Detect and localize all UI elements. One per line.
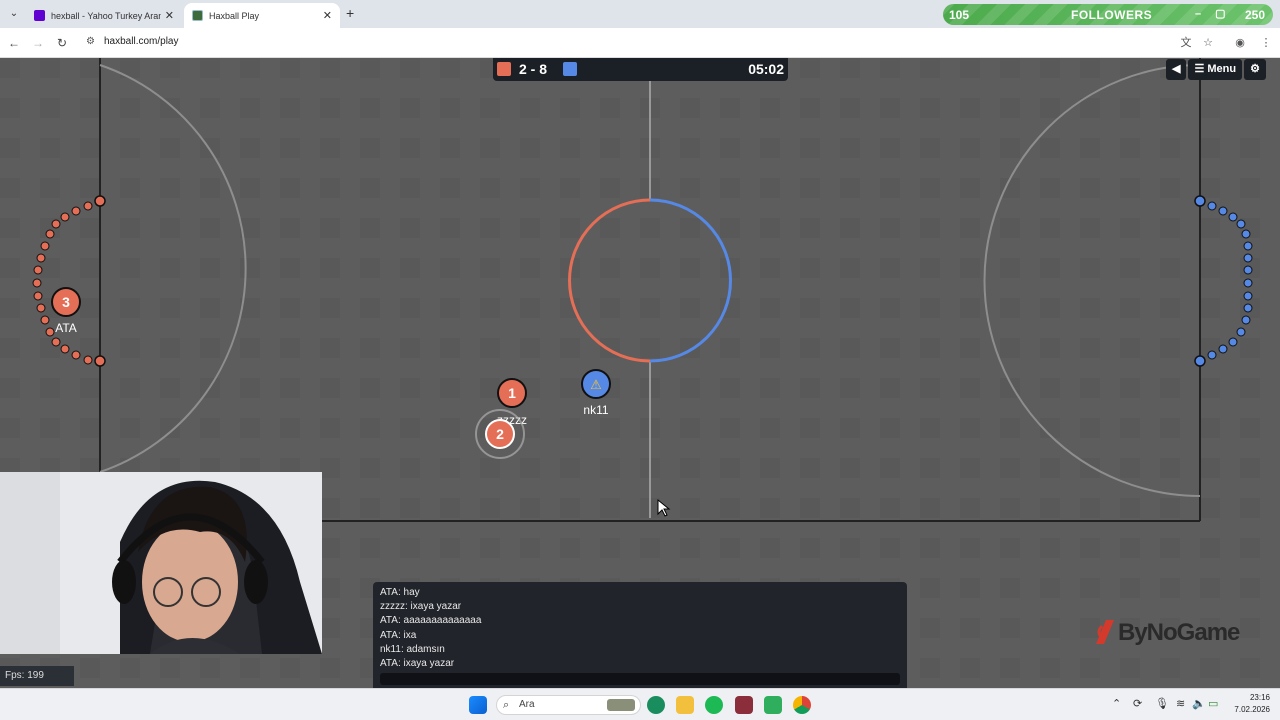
site-info-icon[interactable]: ⚙	[86, 36, 95, 47]
tab-yahoo[interactable]: hexball - Yahoo Turkey Arama S ✕	[26, 3, 182, 28]
player-number: 1	[508, 385, 516, 401]
player-name: ATA	[55, 321, 77, 335]
address-bar: ← → ↻ ⚙ haxball.com/play 文 ☆ ◉ ⋮	[0, 28, 1280, 58]
bookmark-star-icon[interactable]: ☆	[1200, 35, 1216, 51]
chat-message: ATA: hay	[380, 587, 420, 598]
game-controls: ◀ ☰ Menu ⚙	[1166, 59, 1266, 80]
file-explorer-icon[interactable]	[676, 696, 694, 714]
fps-counter: Fps: 199	[0, 666, 74, 686]
chat-panel: ATA: hay zzzzz: ixaya yazar ATA: aaaaaaa…	[373, 582, 907, 688]
tab-title: hexball - Yahoo Turkey Arama S	[51, 10, 161, 21]
winrar-icon[interactable]	[735, 696, 753, 714]
reload-icon[interactable]: ↻	[54, 35, 70, 51]
url-field[interactable]: haxball.com/play	[104, 36, 178, 47]
player-name: nk11	[583, 403, 608, 417]
tab-title: Haxball Play	[209, 10, 260, 21]
windows-start-icon[interactable]	[469, 696, 487, 714]
wifi-icon[interactable]: ≋	[1176, 697, 1185, 710]
window-controls-icon[interactable]: –▢	[1195, 7, 1240, 20]
profile-icon[interactable]: ◉	[1232, 35, 1248, 51]
sync-icon[interactable]: ⟳	[1133, 697, 1142, 710]
score-text: 2 - 8	[519, 61, 548, 77]
match-time: 05:02	[748, 61, 784, 77]
tab-haxball[interactable]: Haxball Play ✕	[184, 3, 340, 28]
scoreboard: 2 - 8 05:02	[493, 58, 788, 81]
taskbar-search[interactable]: ⌕ Ara	[496, 695, 641, 715]
chat-message: ATA: aaaaaaaaaaaaaa	[380, 615, 482, 627]
sound-toggle-icon[interactable]: ◀	[1166, 59, 1187, 80]
clock-time: 23:16	[1249, 693, 1270, 702]
battery-icon[interactable]: ▭	[1208, 697, 1218, 710]
close-tab-icon[interactable]: ✕	[323, 9, 332, 22]
player-number: 2	[496, 426, 504, 442]
clock-date: 7.02.2026	[1234, 705, 1270, 714]
player-blue-nk11: ⚠ nk11	[581, 369, 611, 417]
chat-message: ATA: ixaya yazar	[380, 657, 455, 669]
search-icon: ⌕	[503, 699, 510, 711]
player-red-3: 3 ATA	[51, 287, 81, 335]
followers-label: FOLLOWERS	[1071, 8, 1153, 22]
search-placeholder: Ara	[519, 699, 535, 710]
chrome-icon[interactable]	[793, 696, 811, 714]
yahoo-favicon-icon	[34, 10, 45, 21]
tray-expand-icon[interactable]: ⌃	[1112, 697, 1121, 710]
taskbar-clock[interactable]: 23:16 7.02.2026	[1224, 692, 1270, 716]
search-highlight-image-icon	[607, 699, 635, 711]
volume-icon[interactable]: 🔈	[1192, 697, 1206, 710]
game-area[interactable]: 3 ATA 1 zzzzz 2 ⚠ nk11 2 - 8 05:02 ◀ ☰ M…	[0, 58, 1280, 688]
spotify-icon[interactable]	[705, 696, 723, 714]
forward-icon[interactable]: →	[30, 35, 46, 51]
chat-message: zzzzz: ixaya yazar	[380, 601, 462, 613]
bynogame-logo: ByNoGame	[1096, 619, 1241, 646]
close-tab-icon[interactable]: ✕	[165, 9, 174, 22]
svg-text:ByNoGame: ByNoGame	[1118, 619, 1240, 646]
blue-team-icon	[563, 62, 577, 76]
warning-icon: ⚠	[590, 378, 602, 393]
chat-message: nk11: adamsın	[380, 643, 445, 655]
menu-label: Menu	[1207, 63, 1237, 75]
followers-current: 105	[949, 8, 970, 22]
chat-input[interactable]	[380, 673, 900, 685]
translate-icon[interactable]: 文	[1178, 35, 1194, 51]
app-icon[interactable]	[764, 696, 782, 714]
microphone-icon[interactable]: 🎙	[1155, 697, 1169, 710]
edge-icon[interactable]	[647, 696, 665, 714]
red-team-icon	[497, 62, 511, 76]
player-number: 3	[62, 294, 70, 310]
chat-message: ATA: ixa	[380, 629, 417, 641]
settings-gear-icon[interactable]: ⚙	[1244, 59, 1266, 80]
tab-search-icon[interactable]: ⌄	[6, 6, 22, 22]
back-icon[interactable]: ←	[6, 35, 22, 51]
browser-tab-bar: ⌄ hexball - Yahoo Turkey Arama S ✕ Haxba…	[0, 0, 1280, 28]
haxball-favicon-icon	[192, 10, 203, 21]
followers-goal: 250	[1244, 8, 1265, 22]
windows-taskbar: ⌕ Ara ⌃ ⟳ 🎙 ≋ 🔈 ▭ 23:16 7.02.2026	[0, 688, 1280, 720]
webcam-overlay	[0, 472, 322, 654]
followers-goal-overlay: 105 FOLLOWERS –▢ 250	[943, 4, 1273, 25]
new-tab-icon[interactable]: +	[346, 5, 354, 21]
browser-menu-icon[interactable]: ⋮	[1258, 35, 1274, 51]
menu-button[interactable]: ☰ Menu	[1188, 59, 1243, 80]
